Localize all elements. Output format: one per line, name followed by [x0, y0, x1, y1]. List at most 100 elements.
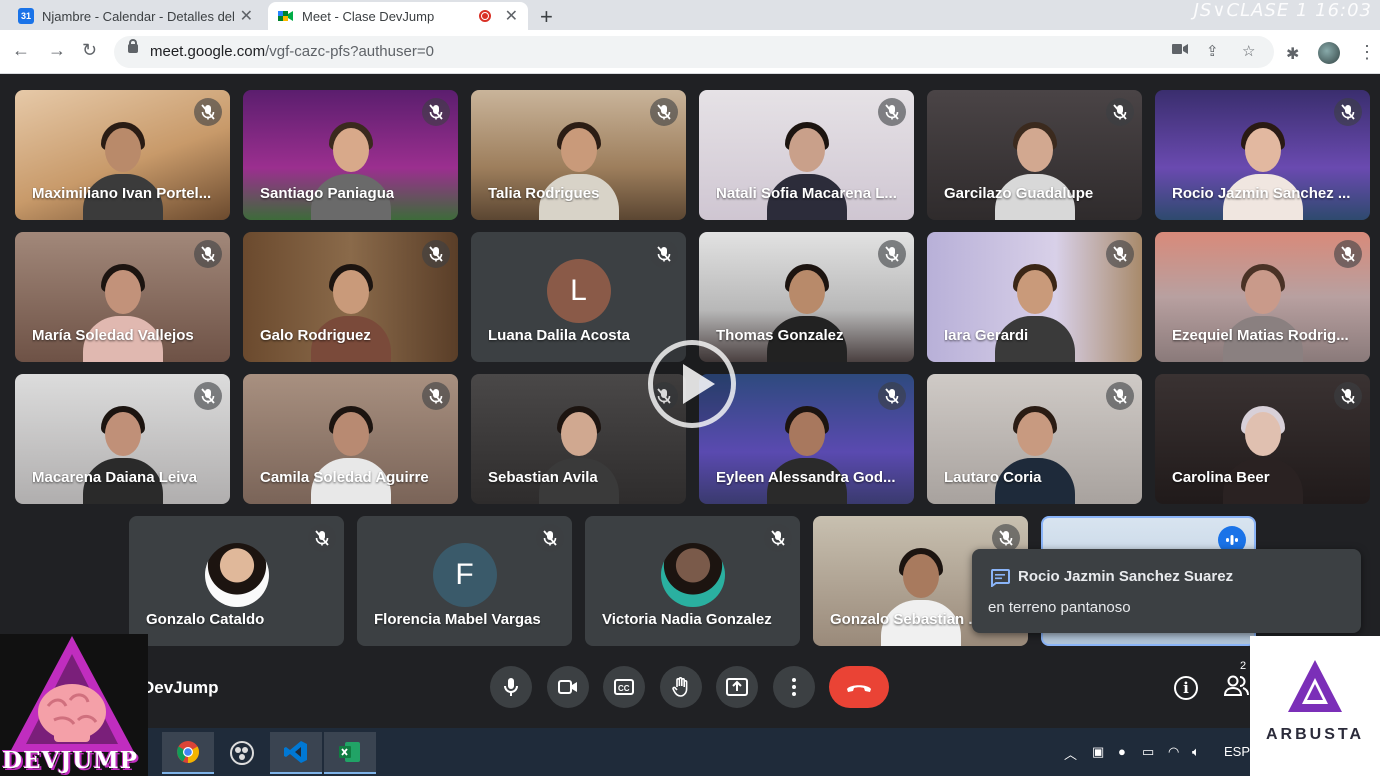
participant-tile[interactable]: Camila Soledad Aguirre [243, 374, 458, 504]
tray-chevron-icon[interactable]: ︿ [1064, 744, 1077, 763]
participant-tile[interactable]: Ezequiel Matias Rodrig... [1155, 232, 1370, 362]
share-icon[interactable]: ⇪ [1206, 42, 1219, 60]
close-tab-icon[interactable]: ✕ [240, 6, 253, 26]
language-indicator[interactable]: ESP [1224, 744, 1250, 759]
browser-tab-bar: 31 Njambre - Calendar - Detalles del ✕ M… [0, 0, 1380, 30]
participant-tile[interactable]: Thomas Gonzalez [699, 232, 914, 362]
battery-icon[interactable]: ▭ [1142, 744, 1154, 760]
chat-notification[interactable]: Rocio Jazmin Sanchez Suarez en terreno p… [972, 549, 1361, 633]
chat-icon [991, 569, 1010, 587]
more-options-button[interactable] [773, 666, 815, 708]
people-icon[interactable] [1224, 674, 1250, 698]
participant-video [310, 252, 391, 362]
participant-tile[interactable]: Talia Rodrigues [471, 90, 686, 220]
tab-calendar[interactable]: 31 Njambre - Calendar - Detalles del ✕ [8, 2, 263, 30]
obs-taskbar-button[interactable] [216, 732, 268, 774]
participant-tile[interactable]: Carolina Beer [1155, 374, 1370, 504]
brain-mascot-icon [10, 636, 134, 752]
back-icon[interactable]: ← [12, 40, 30, 61]
reload-icon[interactable]: ↻ [82, 40, 97, 61]
participant-tile[interactable]: María Soledad Vallejos [15, 232, 230, 362]
participant-video [82, 394, 163, 504]
end-call-button[interactable] [829, 666, 889, 708]
mic-off-icon [1106, 98, 1134, 126]
tab-title: Njambre - Calendar - Detalles del [42, 8, 234, 24]
mic-off-icon [878, 98, 906, 126]
svg-text:CC: CC [618, 684, 630, 693]
participant-tile[interactable]: Macarena Daiana Leiva [15, 374, 230, 504]
participant-name: Sebastian Avila [488, 469, 598, 486]
participant-tile[interactable]: Victoria Nadia Gonzalez [585, 516, 800, 646]
participant-photo-avatar [660, 543, 725, 607]
meet-icon [278, 8, 294, 24]
browser-menu-icon[interactable]: ⋮ [1358, 42, 1376, 63]
participant-tile[interactable]: Maximiliano Ivan Portel... [15, 90, 230, 220]
tray-mic-icon[interactable]: ● [1118, 744, 1126, 759]
calendar-icon: 31 [18, 8, 34, 24]
present-button[interactable] [716, 666, 758, 708]
mic-off-icon [422, 382, 450, 410]
chat-message: en terreno pantanoso [988, 599, 1131, 616]
participant-name: Ezequiel Matias Rodrig... [1172, 327, 1349, 344]
address-bar: ← → ↻ meet.google.com/vgf-cazc-pfs?authu… [0, 30, 1380, 74]
participant-tile[interactable]: L Luana Dalila Acosta [471, 232, 686, 362]
participant-video [1222, 394, 1303, 504]
participant-video [766, 394, 847, 504]
participant-tile[interactable]: Gonzalo Cataldo [129, 516, 344, 646]
chat-sender: Rocio Jazmin Sanchez Suarez [1018, 568, 1234, 585]
raise-hand-button[interactable] [660, 666, 702, 708]
participant-count: 2 [1240, 660, 1247, 672]
meeting-info-icon[interactable]: i [1174, 676, 1198, 700]
close-tab-icon[interactable]: ✕ [505, 6, 518, 26]
arbusta-wordmark: ARBUSTA [1265, 726, 1365, 743]
participant-tile[interactable]: Galo Rodriguez [243, 232, 458, 362]
volume-icon[interactable]: 🔈︎ [1192, 744, 1200, 760]
participant-name: Florencia Mabel Vargas [374, 611, 541, 628]
participant-name: Gonzalo Cataldo [146, 611, 265, 628]
taskbar: ︿ ▣ ● ▭ ◠ 🔈︎ ESP [0, 728, 1380, 776]
tab-meet[interactable]: Meet - Clase DevJump ✕ [268, 2, 528, 30]
tray-camera-icon[interactable]: ▣ [1092, 744, 1104, 760]
participant-tile[interactable]: Garcilazo Guadalupe [927, 90, 1142, 220]
participant-tile[interactable]: Iara Gerardi [927, 232, 1142, 362]
participant-tile[interactable]: F Florencia Mabel Vargas [357, 516, 572, 646]
extensions-icon[interactable]: ✱ [1286, 44, 1299, 64]
camera-permission-icon[interactable] [1172, 42, 1188, 59]
excel-icon [339, 742, 360, 762]
chrome-taskbar-button[interactable] [162, 732, 214, 774]
url-text: meet.google.com/vgf-cazc-pfs?authuser=0 [150, 43, 434, 60]
participant-tile[interactable]: Natali Sofia Macarena L... [699, 90, 914, 220]
participant-name: Carolina Beer [1172, 469, 1270, 486]
chrome-icon [177, 741, 199, 763]
url-input[interactable]: meet.google.com/vgf-cazc-pfs?authuser=0 … [114, 36, 1274, 68]
mic-off-icon [194, 382, 222, 410]
mic-off-icon [650, 240, 678, 268]
forward-icon[interactable]: → [48, 40, 66, 61]
mic-off-icon [878, 382, 906, 410]
new-tab-button[interactable]: + [540, 4, 553, 30]
camera-button[interactable] [547, 666, 589, 708]
participant-name: Santiago Paniagua [260, 185, 395, 202]
meeting-name: DevJump [142, 678, 219, 697]
participant-tile[interactable]: Rocio Jazmin Sanchez ... [1155, 90, 1370, 220]
mic-off-icon [1106, 240, 1134, 268]
participant-initial-avatar: F [432, 543, 497, 607]
captions-button[interactable]: CC [603, 666, 645, 708]
obs-icon [230, 741, 254, 765]
participant-name: Rocio Jazmin Sanchez ... [1172, 185, 1351, 202]
participant-name: Natali Sofia Macarena L... [716, 185, 897, 202]
vscode-taskbar-button[interactable] [270, 732, 322, 774]
participant-tile[interactable]: Santiago Paniagua [243, 90, 458, 220]
excel-taskbar-button[interactable] [324, 732, 376, 774]
participant-video [538, 110, 619, 220]
window-overlay-text: JS∨CLASE 1 16:03 [1193, 0, 1372, 21]
play-icon[interactable] [648, 340, 736, 428]
participant-video [538, 394, 619, 504]
star-icon[interactable]: ☆ [1242, 42, 1255, 60]
profile-avatar[interactable] [1318, 42, 1340, 64]
wifi-icon[interactable]: ◠ [1168, 744, 1179, 760]
participant-name: Garcilazo Guadalupe [944, 185, 1094, 202]
participant-tile[interactable]: Lautaro Coria [927, 374, 1142, 504]
microphone-button[interactable] [490, 666, 532, 708]
more-vert-icon [792, 678, 796, 696]
